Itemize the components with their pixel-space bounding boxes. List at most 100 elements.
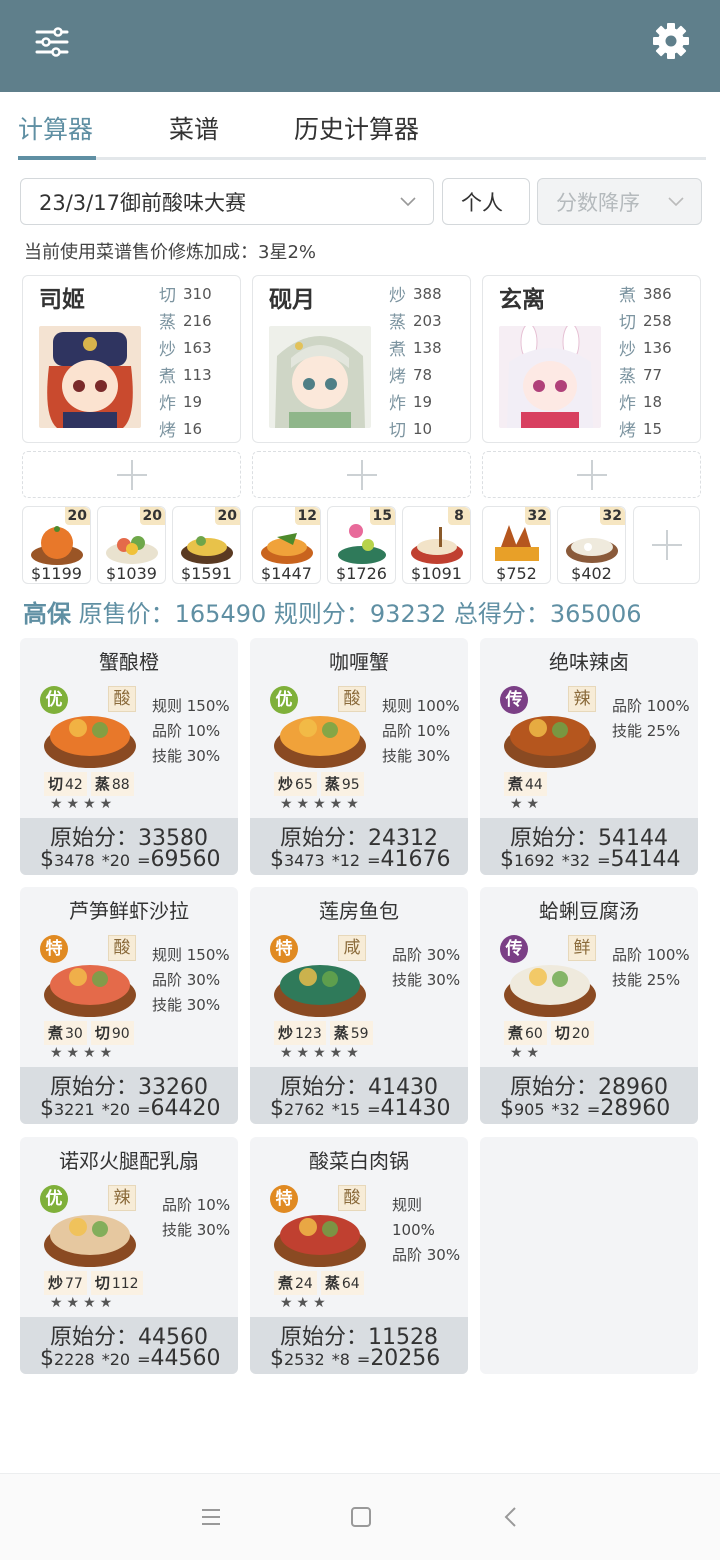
chef-name: 玄离 <box>499 287 545 313</box>
skill-requirement: 蒸 59 <box>329 1021 373 1045</box>
final-score: 69560 <box>150 847 221 872</box>
mode-button[interactable]: 个人 <box>442 178 530 225</box>
score-summary: 高保 原售价：165490 规则分：93232 总得分：365006 <box>23 594 642 629</box>
recipe-bonus: 品阶 30% <box>392 1246 461 1264</box>
recipe-title: 莲房鱼包 <box>319 899 399 923</box>
score-calculation: $3478 *20 =69560 <box>40 847 221 872</box>
recipe-card[interactable]: 莲房鱼包特 咸 品阶 30% 技能 30% 炒 123 蒸 59 ★★★★★ 原始分：41430 $… <box>250 887 468 1124</box>
add-dish-button[interactable] <box>633 506 700 584</box>
dish-image <box>106 536 158 564</box>
tab-divider <box>18 157 706 160</box>
taste-badge: 辣 <box>108 1185 136 1211</box>
dish-slot[interactable]: 20 $1199 <box>22 506 91 584</box>
sort-select[interactable]: 分数降序 <box>537 178 702 225</box>
score-calculation: $905 *32 =28960 <box>500 1096 671 1121</box>
system-nav-bar <box>0 1473 720 1560</box>
dish-image <box>181 536 233 564</box>
skill-requirement: 切 112 <box>90 1271 143 1295</box>
skill-requirement: 蒸 64 <box>320 1271 364 1295</box>
recipe-card[interactable]: 蟹酿橙优 酸规则 150% 品阶 10% 技能 30% 切 42 蒸 88 ★★★★ 原始分：33… <box>20 638 238 875</box>
dish-slot[interactable]: 20 $1039 <box>97 506 166 584</box>
recipe-bonus: 品阶 10% <box>162 1196 231 1214</box>
recipe-card[interactable]: 蛤蜊豆腐汤传鲜品阶 100% 技能 25% 煮 60 切 20 ★★ 原始分：28960 $90… <box>480 887 698 1124</box>
recipe-bonus: 品阶 100% <box>612 697 690 715</box>
skill-requirement: 炒 77 <box>44 1271 87 1295</box>
final-score: 28960 <box>600 1096 671 1121</box>
sliders-icon[interactable] <box>34 26 70 58</box>
recipe-stars: ★★★★★ <box>280 1045 363 1061</box>
chef-card[interactable]: 玄离 煮 386 切 258 炒 136 蒸 77 炸 18 烤 15 <box>482 275 701 443</box>
rarity-badge: 优 <box>40 1185 68 1213</box>
score-calculation: $3473 *12 =41676 <box>270 847 451 872</box>
tab-calculator[interactable]: 计算器 <box>18 110 93 146</box>
recipe-stars: ★★★ <box>280 1295 330 1311</box>
gear-icon[interactable] <box>652 22 690 60</box>
recipe-card[interactable]: 咖喱蟹优 酸规则 100% 品阶 10% 技能 30% 炒 65 蒸 95 ★★★★★ 原始分：2… <box>250 638 468 875</box>
chef-portrait <box>39 326 141 428</box>
chef-portrait <box>499 326 601 428</box>
recipe-bonus-list: 品阶 100% 技能 25% <box>612 694 690 744</box>
equip-slot[interactable] <box>252 451 471 498</box>
dish-image <box>411 527 463 564</box>
rarity-badge: 特 <box>270 1185 298 1213</box>
home-icon[interactable] <box>348 1504 374 1530</box>
dish-slot[interactable]: 8 $1091 <box>402 506 471 584</box>
recipe-title: 蟹酿橙 <box>99 650 159 674</box>
taste-badge: 辣 <box>568 686 596 712</box>
menu-icon[interactable] <box>198 1504 224 1530</box>
back-icon[interactable] <box>498 1504 524 1530</box>
taste-badge: 酸 <box>338 686 366 712</box>
equip-slot[interactable] <box>22 451 241 498</box>
dish-slot[interactable]: 15 $1726 <box>327 506 396 584</box>
skill-requirement: 煮 24 <box>274 1271 317 1295</box>
recipe-card[interactable]: 诺邓火腿配乳扇优 辣 品阶 10% 技能 30% 炒 77 切 112 ★★★★ 原始分：4456… <box>20 1137 238 1374</box>
dish-image <box>31 526 83 565</box>
skill-requirement: 切 20 <box>550 1021 594 1045</box>
recipe-bonus: 技能 30% <box>152 747 221 765</box>
chef-card[interactable]: 司姬 切 310 蒸 216 炒 163 煮 113 炸 19 烤 16 <box>22 275 241 443</box>
final-score: 64420 <box>150 1096 221 1121</box>
skill-requirements: 炒 77 切 112 <box>44 1271 143 1295</box>
recipe-bonus-list: 规则 150% 品阶 10% 技能 30% <box>152 694 230 769</box>
contest-select[interactable]: 23/3/17御前酸味大赛 <box>20 178 434 225</box>
final-score: 44560 <box>150 1346 221 1371</box>
dish-image <box>495 525 539 561</box>
chef-name: 司姬 <box>39 287 85 313</box>
chef-portrait <box>269 326 371 428</box>
recipe-card[interactable]: 绝味辣卤传 辣品阶 100% 技能 25% 煮 44 ★★ 原始分：54144 $1692 *… <box>480 638 698 875</box>
tab-recipes[interactable]: 菜谱 <box>169 110 219 146</box>
score-box: 原始分：24312 $3473 *12 =41676 <box>250 818 468 875</box>
sort-select-value: 分数降序 <box>556 190 640 215</box>
skill-requirement: 切 90 <box>90 1021 134 1045</box>
equip-slot[interactable] <box>482 451 701 498</box>
recipe-card[interactable]: 芦笋鲜虾沙拉特 酸规则 150% 品阶 30% 技能 30% 煮 30 切 90 ★★★★ 原始分… <box>20 887 238 1124</box>
dish-slot[interactable]: 12 $1447 <box>252 506 321 584</box>
recipe-bonus: 品阶 30% <box>392 946 461 964</box>
original-price: 原售价：165490 <box>78 600 267 628</box>
dish-slot[interactable]: 20 $1591 <box>172 506 241 584</box>
tab-history-calculator[interactable]: 历史计算器 <box>294 110 419 146</box>
skill-requirements: 炒 65 蒸 95 <box>274 772 364 796</box>
summary-label: 高保 <box>23 600 71 628</box>
dish-image <box>566 538 618 563</box>
mode-button-label: 个人 <box>461 190 503 215</box>
recipe-stars: ★★★★ <box>50 1045 117 1061</box>
plus-icon <box>576 459 607 490</box>
dish-slot[interactable]: 32 $402 <box>557 506 626 584</box>
plus-icon <box>346 459 377 490</box>
score-calculation: $1692 *32 =54144 <box>500 847 681 872</box>
rarity-badge: 特 <box>270 935 298 963</box>
recipe-card[interactable]: 酸菜白肉锅特 酸规则 100% 品阶 30% 煮 24 蒸 64 ★★★ 原始分：11528 $2… <box>250 1137 468 1374</box>
chevron-down-icon <box>400 197 416 207</box>
empty-recipe-slot[interactable] <box>480 1137 698 1374</box>
chef-card[interactable]: 砚月 炒 388 蒸 203 煮 138 烤 78 炸 19 切 10 <box>252 275 471 443</box>
score-calculation: $2762 *15 =41430 <box>270 1096 451 1121</box>
skill-requirement: 炒 65 <box>274 772 317 796</box>
contest-select-value: 23/3/17御前酸味大赛 <box>39 190 246 215</box>
skill-requirement: 煮 30 <box>44 1021 87 1045</box>
plus-icon <box>116 459 147 490</box>
taste-badge: 酸 <box>108 686 136 712</box>
recipe-stars: ★★★★ <box>50 796 117 812</box>
dish-slot[interactable]: 32 $752 <box>482 506 551 584</box>
recipe-bonus-list: 品阶 10% 技能 30% <box>162 1193 230 1243</box>
